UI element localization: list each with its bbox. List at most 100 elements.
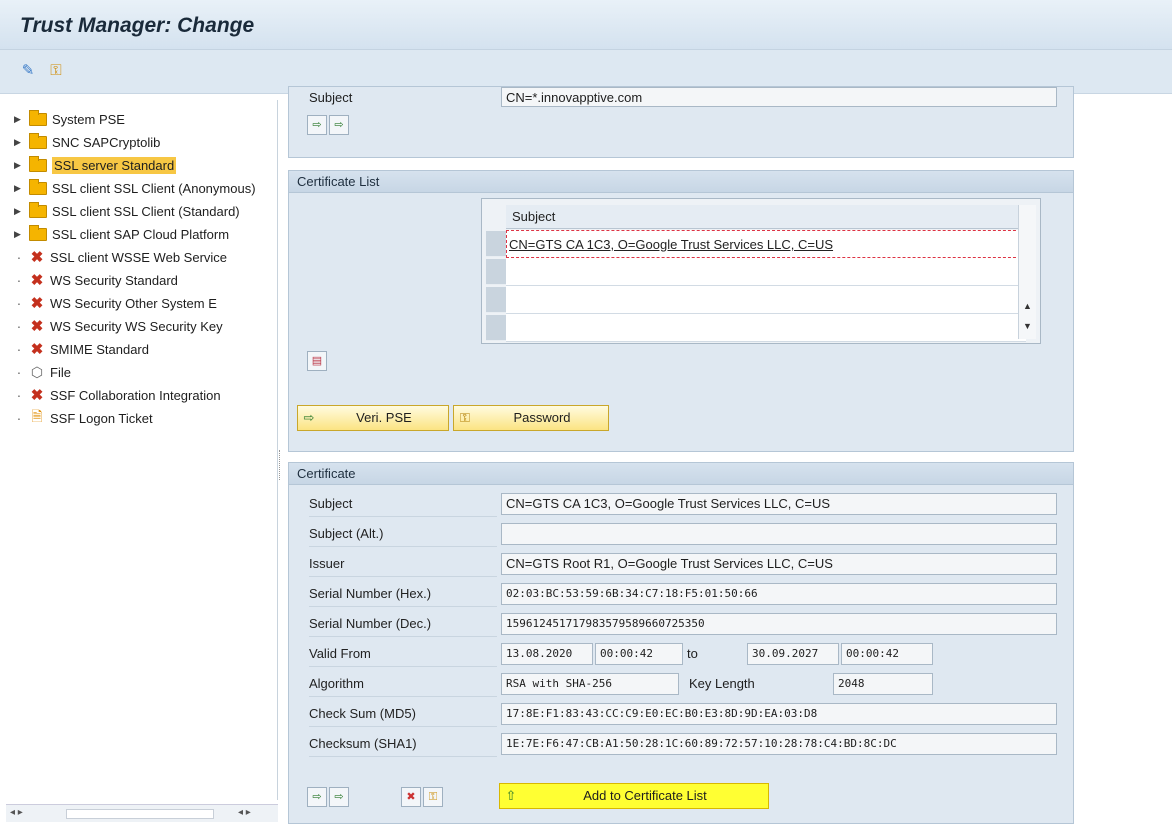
bullet-icon: ·: [16, 341, 22, 357]
bullet-icon: ·: [16, 364, 22, 380]
scroll-down-icon[interactable]: ▼: [1023, 321, 1032, 331]
tree-item[interactable]: ▶ SNC SAPCryptolib: [14, 131, 276, 153]
table-row[interactable]: [506, 286, 1026, 314]
subject-field[interactable]: CN=GTS CA 1C3, O=Google Trust Services L…: [501, 493, 1057, 515]
sha1-label: Checksum (SHA1): [309, 731, 497, 757]
missing-pse-icon: ✖: [30, 387, 44, 404]
folder-icon: [29, 224, 47, 241]
delete-entry-icon[interactable]: ▤: [307, 351, 327, 371]
issuer-field[interactable]: CN=GTS Root R1, O=Google Trust Services …: [501, 553, 1057, 575]
subject-alt-label: Subject (Alt.): [309, 521, 497, 547]
valid-from-date-field[interactable]: 13.08.2020: [501, 643, 593, 665]
verify-icon: ⇨: [303, 410, 315, 425]
valid-from-label: Valid From: [309, 641, 497, 667]
tree-item[interactable]: ▶ SSL client SAP Cloud Platform: [14, 223, 276, 245]
veri-pse-button[interactable]: ⇨ Veri. PSE: [297, 405, 449, 431]
tree-item[interactable]: · ✖ WS Security Standard: [14, 269, 276, 291]
table-row[interactable]: CN=GTS CA 1C3, O=Google Trust Services L…: [506, 230, 1026, 258]
folder-icon: [29, 155, 47, 172]
valid-to-date-field[interactable]: 30.09.2027: [747, 643, 839, 665]
valid-to-time-field[interactable]: 00:00:42: [841, 643, 933, 665]
certificate-panel: Certificate Subject CN=GTS CA 1C3, O=Goo…: [288, 462, 1074, 824]
tree-item[interactable]: · ⬡ File: [14, 361, 276, 383]
certificate-list-grid: Subject CN=GTS CA 1C3, O=Google Trust Se…: [481, 198, 1041, 344]
grid-vertical-scrollbar[interactable]: ▲ ▼: [1018, 205, 1036, 339]
import-certificate-icon[interactable]: ⇨: [307, 787, 327, 807]
remove-certificate-icon[interactable]: ✖: [401, 787, 421, 807]
expand-arrow-icon[interactable]: ▶: [14, 114, 24, 125]
serial-dec-label: Serial Number (Dec.): [309, 611, 497, 637]
expand-arrow-icon[interactable]: ▶: [14, 160, 24, 171]
scroll-up-icon[interactable]: ▲: [1023, 301, 1032, 311]
algorithm-field[interactable]: RSA with SHA-256: [501, 673, 679, 695]
ticket-icon: 🗎: [31, 408, 43, 424]
pse-tree: ▶ System PSE ▶ SNC SAPCryptolib ▶ SSL server …: [6, 100, 278, 800]
serial-dec-field[interactable]: 159612451717983579589660725350: [501, 613, 1057, 635]
bullet-icon: ·: [16, 387, 22, 403]
lock-icon: ⚿: [460, 410, 470, 425]
tree-horizontal-scrollbar[interactable]: ◂ ▸ ◂ ▸: [6, 804, 278, 822]
tree-item-label: SSL server Standard: [52, 156, 177, 174]
scroll-left-icon[interactable]: ◂ ▸: [10, 807, 23, 818]
tree-item[interactable]: ▶ SSL client SSL Client (Standard): [14, 200, 276, 222]
md5-label: Check Sum (MD5): [309, 701, 497, 727]
row-selector[interactable]: [486, 259, 506, 285]
tree-item-label: WS Security Other System E: [50, 295, 217, 311]
tree-item[interactable]: ▶ SSL client SSL Client (Anonymous): [14, 177, 276, 199]
sha1-field[interactable]: 1E:7E:F6:47:CB:A1:50:28:1C:60:89:72:57:1…: [501, 733, 1057, 755]
folder-icon: [29, 201, 47, 218]
column-header-subject[interactable]: Subject: [506, 205, 1026, 229]
tree-item[interactable]: · 🗎 SSF Logon Ticket: [14, 407, 276, 429]
key-icon[interactable]: ⚿: [46, 62, 66, 80]
table-row[interactable]: [506, 314, 1026, 342]
key-length-field[interactable]: 2048: [833, 673, 933, 695]
subject-alt-field[interactable]: [501, 523, 1057, 545]
scroll-thumb[interactable]: [66, 809, 214, 819]
folder-icon: [29, 132, 47, 149]
tree-item[interactable]: · ✖ SSL client WSSE Web Service: [14, 246, 276, 268]
expand-arrow-icon[interactable]: ▶: [14, 206, 24, 217]
missing-pse-icon: ✖: [30, 318, 44, 335]
owner-subject-label: Subject: [309, 90, 353, 105]
unlock-icon[interactable]: ⚿: [423, 787, 443, 807]
tree-item[interactable]: · ✖ WS Security Other System E: [14, 292, 276, 314]
issuer-label: Issuer: [309, 551, 497, 577]
subject-label: Subject: [309, 491, 497, 517]
password-button[interactable]: ⚿ Password: [453, 405, 609, 431]
tree-item[interactable]: · ✖ SSF Collaboration Integration: [14, 384, 276, 406]
expand-arrow-icon[interactable]: ▶: [14, 137, 24, 148]
window-title: Trust Manager: Change: [20, 14, 255, 37]
missing-pse-icon: ✖: [30, 295, 44, 312]
algorithm-label: Algorithm: [309, 671, 497, 697]
tree-item[interactable]: ▶ System PSE: [14, 108, 276, 130]
tree-item-label: SSL client SSL Client (Standard): [52, 203, 240, 219]
tree-item[interactable]: ▶ SSL server Standard: [14, 154, 276, 176]
table-row[interactable]: [506, 258, 1026, 286]
scroll-right-icon[interactable]: ◂ ▸: [238, 807, 251, 818]
row-selector[interactable]: [486, 315, 506, 341]
valid-from-time-field[interactable]: 00:00:42: [595, 643, 683, 665]
missing-pse-icon: ✖: [30, 272, 44, 289]
expand-arrow-icon[interactable]: ▶: [14, 229, 24, 240]
tree-item[interactable]: · ✖ WS Security WS Security Key: [14, 315, 276, 337]
export-certificate-icon[interactable]: ⇨: [329, 787, 349, 807]
tree-item[interactable]: · ✖ SMIME Standard: [14, 338, 276, 360]
tree-item-label: SNC SAPCryptolib: [52, 134, 161, 150]
owner-subject-field[interactable]: CN=*.innovapptive.com: [501, 87, 1057, 107]
md5-field[interactable]: 17:8E:F1:83:43:CC:C9:E0:EC:B0:E3:8D:9D:E…: [501, 703, 1057, 725]
missing-pse-icon: ✖: [30, 249, 44, 266]
row-selector[interactable]: [486, 287, 506, 313]
bullet-icon: ·: [16, 249, 22, 265]
export-icon[interactable]: ⇨: [329, 115, 349, 135]
serial-hex-field[interactable]: 02:03:BC:53:59:6B:34:C7:18:F5:01:50:66: [501, 583, 1057, 605]
expand-arrow-icon[interactable]: ▶: [14, 183, 24, 194]
import-icon[interactable]: ⇨: [307, 115, 327, 135]
splitter-handle[interactable]: [279, 450, 282, 480]
file-icon: ⬡: [30, 363, 44, 380]
key-length-label: Key Length: [689, 676, 755, 691]
add-to-certificate-list-button[interactable]: ⇧ Add to Certificate List: [499, 783, 769, 809]
row-selector[interactable]: [486, 231, 506, 257]
display-change-icon[interactable]: ✎: [18, 62, 38, 80]
owner-panel: Subject CN=*.innovapptive.com ⇨ ⇨: [288, 86, 1074, 158]
tree-item-label: SSF Logon Ticket: [50, 410, 153, 426]
